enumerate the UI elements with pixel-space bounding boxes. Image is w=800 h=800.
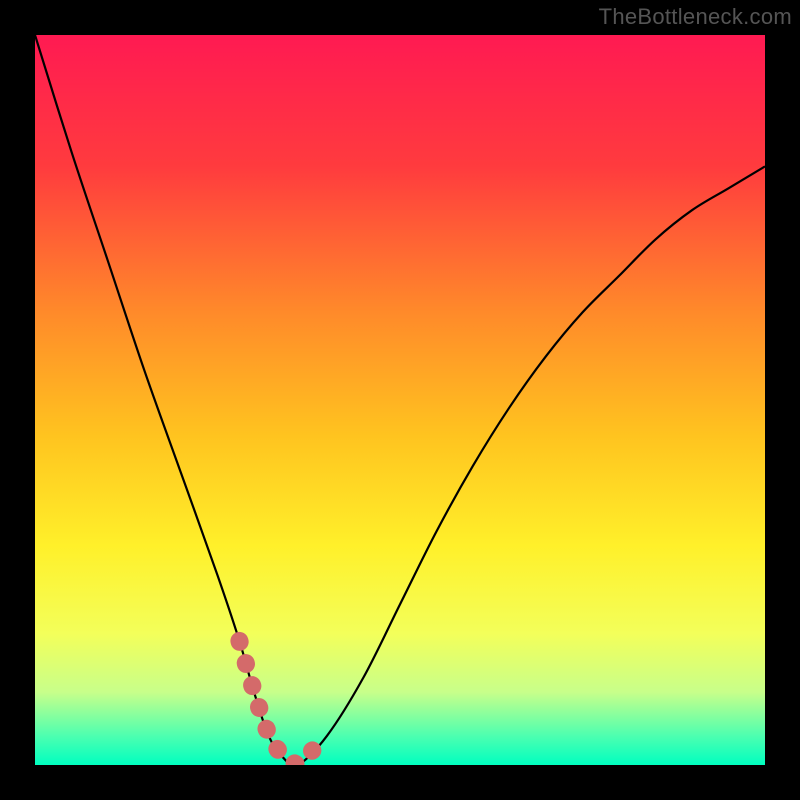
chart-svg	[35, 35, 765, 765]
plot-area	[35, 35, 765, 765]
watermark-text: TheBottleneck.com	[599, 4, 792, 30]
chart-frame: TheBottleneck.com	[0, 0, 800, 800]
gradient-background	[35, 35, 765, 765]
